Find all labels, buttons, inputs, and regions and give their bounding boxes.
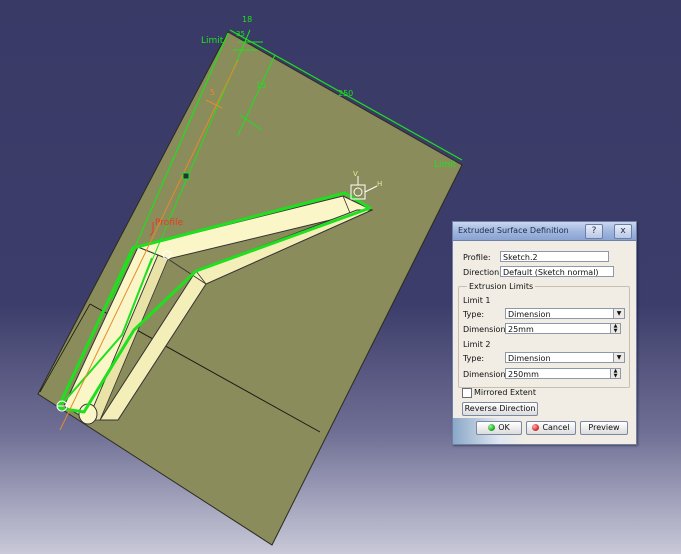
dim-label-5[interactable]: 5 [210, 88, 215, 97]
direction-input[interactable]: Default (Sketch normal) [500, 266, 614, 277]
help-icon[interactable]: ? [585, 224, 603, 239]
chevron-down-icon[interactable]: ▼ [613, 309, 624, 318]
axis-label-v: V [353, 170, 358, 178]
limit2-dimension-input[interactable]: 250mm ▲ ▼ [505, 368, 621, 379]
extruded-surface-dialog: Extruded Surface Definition ? x Profile:… [452, 221, 637, 445]
limit2-dimension-value: 250mm [508, 370, 539, 379]
limit1-type-value: Dimension [508, 310, 551, 319]
mirrored-extent-label: Mirrored Extent [474, 388, 536, 397]
close-icon[interactable]: x [614, 224, 632, 239]
limit1-dimension-label: Dimension: [463, 325, 509, 334]
ok-status-icon [488, 424, 496, 431]
direction-field-label: Direction: [463, 268, 502, 277]
ok-button-label: OK [498, 423, 510, 432]
dim-label-35[interactable]: 35 [236, 30, 245, 38]
cancel-button-label: Cancel [542, 423, 570, 432]
limit1-heading: Limit 1 [463, 296, 491, 305]
limit1-type-label: Type: [463, 310, 485, 319]
dialog-titlebar[interactable]: Extruded Surface Definition ? x [453, 222, 636, 241]
limit2-type-label: Type: [463, 354, 485, 363]
limit2-heading: Limit 2 [463, 340, 491, 349]
limit2-dimension-label: Dimension: [463, 370, 509, 379]
limit1-dimension-value: 25mm [508, 325, 534, 334]
limit2-type-value: Dimension [508, 354, 551, 363]
cancel-button[interactable]: Cancel [526, 421, 576, 435]
constraint-marker [182, 172, 190, 180]
profile-label[interactable]: Profile [155, 218, 183, 228]
limit1-dimension-input[interactable]: 25mm ▲ ▼ [505, 323, 621, 334]
stepper-icon[interactable]: ▲ ▼ [610, 324, 620, 333]
ok-button[interactable]: OK [476, 421, 522, 435]
cancel-status-icon [532, 424, 540, 431]
preview-button[interactable]: Preview [580, 421, 628, 435]
limit-right-label[interactable]: Limit [434, 160, 457, 170]
axis-label-h: H [377, 180, 382, 188]
dim-label-15[interactable]: 15 [256, 81, 266, 90]
limit-top-label[interactable]: Limit [201, 36, 224, 46]
dim-label-250[interactable]: 250 [338, 89, 353, 98]
chevron-down-icon[interactable]: ▼ [613, 353, 624, 362]
stepper-icon[interactable]: ▲ ▼ [610, 369, 620, 378]
extrusion-limits-label: Extrusion Limits [467, 282, 536, 291]
profile-field-label: Profile: [463, 253, 491, 262]
reverse-direction-button[interactable]: Reverse Direction [462, 402, 538, 416]
dim-label-18[interactable]: 18 [242, 15, 252, 24]
profile-input[interactable]: Sketch.2 [500, 251, 609, 262]
limit1-type-select[interactable]: Dimension ▼ [505, 308, 625, 319]
dialog-title: Extruded Surface Definition [458, 226, 569, 235]
mirrored-extent-checkbox[interactable] [462, 388, 472, 398]
limit2-type-select[interactable]: Dimension ▼ [505, 352, 625, 363]
